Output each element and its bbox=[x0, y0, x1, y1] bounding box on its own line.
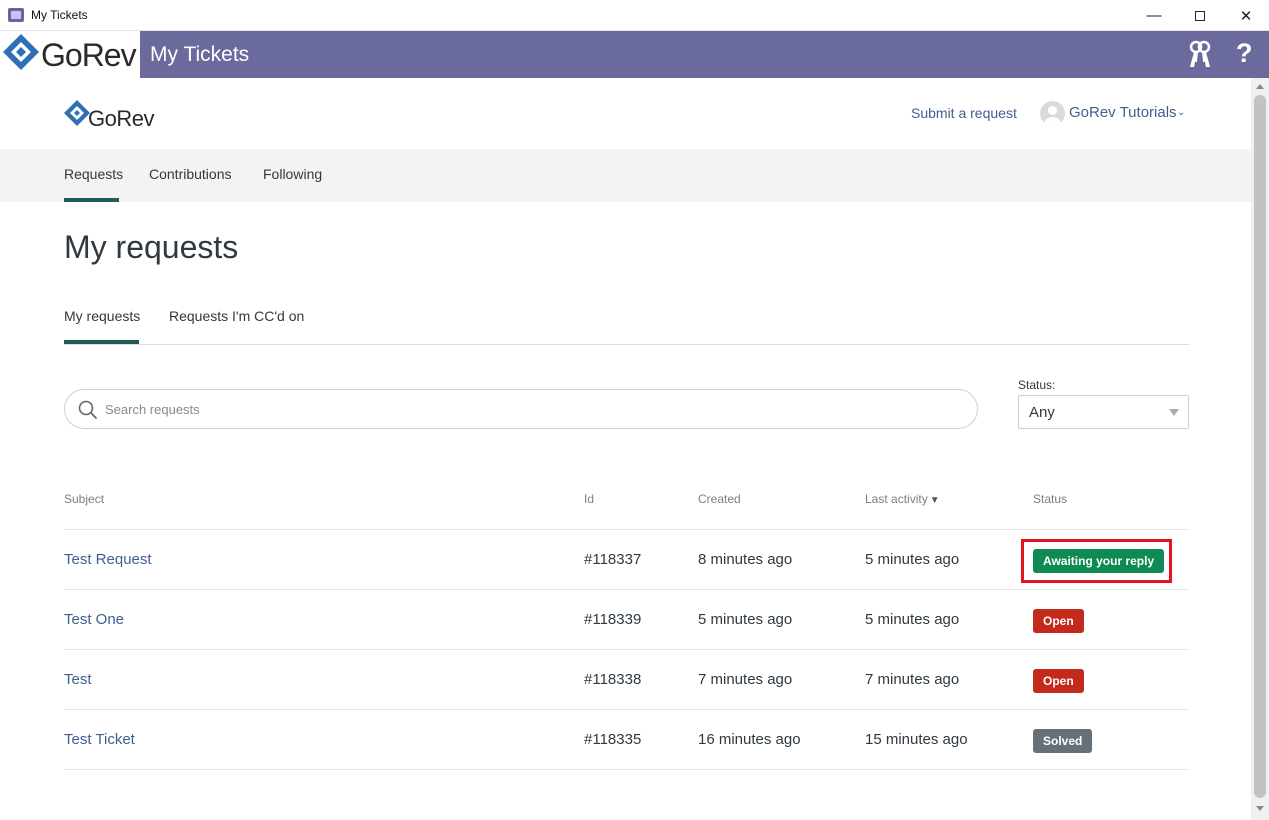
status-badge: Open bbox=[1033, 669, 1084, 693]
request-created: 16 minutes ago bbox=[698, 731, 801, 748]
scroll-up-arrow-icon[interactable] bbox=[1256, 84, 1264, 89]
request-subject-link[interactable]: Test bbox=[64, 671, 92, 688]
status-filter-value: Any bbox=[1029, 404, 1055, 421]
dropdown-caret-icon bbox=[1169, 409, 1179, 416]
maximize-icon bbox=[1195, 10, 1205, 21]
row-divider bbox=[64, 769, 1189, 770]
app-header: GoRev My Tickets ? bbox=[0, 31, 1269, 78]
request-created: 8 minutes ago bbox=[698, 551, 793, 568]
close-button[interactable]: ✕ bbox=[1223, 0, 1269, 31]
sort-desc-icon: ▼ bbox=[929, 495, 940, 506]
brand-logo: GoRev bbox=[0, 31, 140, 78]
column-header-last-activity-label: Last activity bbox=[865, 492, 928, 506]
scroll-thumb[interactable] bbox=[1254, 95, 1266, 798]
request-last-activity: 7 minutes ago bbox=[865, 671, 960, 688]
column-header-status[interactable]: Status bbox=[1033, 492, 1067, 506]
tab-my-requests[interactable]: My requests bbox=[64, 308, 140, 324]
gorev-logo-icon bbox=[3, 34, 39, 70]
request-id: #118339 bbox=[584, 611, 642, 628]
keys-icon[interactable] bbox=[1186, 40, 1214, 70]
request-subject-link[interactable]: Test Request bbox=[64, 551, 152, 568]
scroll-down-arrow-icon[interactable] bbox=[1256, 806, 1264, 811]
window-titlebar: My Tickets — ✕ bbox=[0, 0, 1269, 31]
request-last-activity: 15 minutes ago bbox=[865, 731, 968, 748]
request-subject-link[interactable]: Test One bbox=[64, 611, 124, 628]
request-created: 5 minutes ago bbox=[698, 611, 793, 628]
subnav-active-indicator bbox=[64, 198, 119, 202]
search-input[interactable] bbox=[105, 399, 955, 419]
site-logo-icon[interactable] bbox=[64, 100, 90, 126]
app-icon bbox=[8, 8, 24, 22]
status-filter-select[interactable]: Any bbox=[1018, 395, 1189, 429]
request-id: #118338 bbox=[584, 671, 642, 688]
avatar[interactable] bbox=[1040, 101, 1065, 126]
request-id: #118337 bbox=[584, 551, 642, 568]
request-id: #118335 bbox=[584, 731, 642, 748]
request-last-activity: 5 minutes ago bbox=[865, 611, 960, 628]
column-header-last-activity[interactable]: Last activity ▼ bbox=[865, 492, 940, 506]
request-created: 7 minutes ago bbox=[698, 671, 793, 688]
tab-requests-cc[interactable]: Requests I'm CC'd on bbox=[169, 308, 304, 324]
help-icon[interactable]: ? bbox=[1236, 38, 1253, 69]
chevron-down-icon[interactable]: ⌄ bbox=[1177, 107, 1185, 118]
brand-name: GoRev bbox=[41, 37, 137, 73]
status-badge: Solved bbox=[1033, 729, 1093, 753]
window-title: My Tickets bbox=[31, 8, 88, 22]
subnav-item-following[interactable]: Following bbox=[263, 166, 322, 182]
request-last-activity: 5 minutes ago bbox=[865, 551, 960, 568]
subnav-item-requests[interactable]: Requests bbox=[64, 166, 123, 182]
user-menu[interactable]: GoRev Tutorials bbox=[1069, 104, 1177, 121]
highlight-annotation bbox=[1021, 539, 1172, 583]
row-divider bbox=[64, 709, 1189, 710]
status-badge: Open bbox=[1033, 609, 1084, 633]
site-logo-text[interactable]: GoRev bbox=[88, 106, 154, 132]
search-box[interactable] bbox=[64, 389, 978, 429]
submit-request-link[interactable]: Submit a request bbox=[911, 105, 1017, 121]
vertical-scrollbar[interactable] bbox=[1251, 78, 1269, 820]
subnav-bar: Requests Contributions Following bbox=[0, 149, 1251, 202]
row-divider bbox=[64, 529, 1189, 530]
row-divider bbox=[64, 649, 1189, 650]
column-header-id[interactable]: Id bbox=[584, 492, 594, 506]
status-filter-label: Status: bbox=[1018, 378, 1056, 392]
subnav-item-contributions[interactable]: Contributions bbox=[149, 166, 232, 182]
request-subject-link[interactable]: Test Ticket bbox=[64, 731, 135, 748]
maximize-button[interactable] bbox=[1177, 0, 1223, 31]
minimize-button[interactable]: — bbox=[1131, 0, 1177, 31]
column-header-subject[interactable]: Subject bbox=[64, 492, 104, 506]
page-title: My requests bbox=[64, 229, 239, 265]
row-divider bbox=[64, 589, 1189, 590]
app-title: My Tickets bbox=[150, 43, 250, 66]
tab-divider bbox=[64, 344, 1189, 345]
search-icon bbox=[78, 400, 97, 419]
column-header-created[interactable]: Created bbox=[698, 492, 741, 506]
